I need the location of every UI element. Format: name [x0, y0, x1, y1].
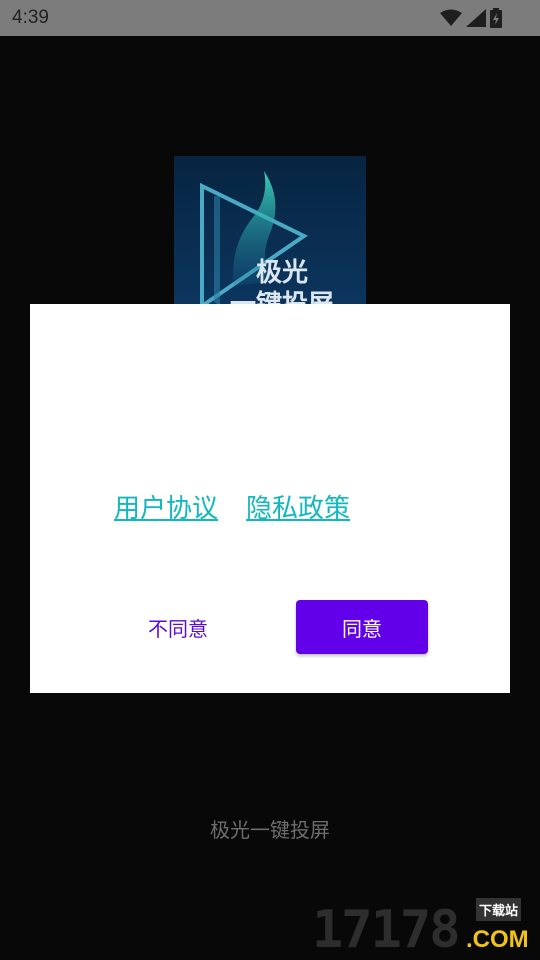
- watermark-logo: 17178 .COM 下载站: [312, 898, 534, 960]
- watermark-suffix: .COM: [466, 926, 529, 953]
- status-icons: [440, 8, 502, 28]
- wifi-icon: [440, 9, 462, 27]
- watermark-tag: 下载站: [476, 898, 522, 921]
- disagree-button[interactable]: 不同意: [126, 602, 230, 652]
- app-name-label: 极光一键投屏: [210, 818, 330, 842]
- agreement-links: 用户协议 隐私政策: [114, 488, 350, 525]
- agree-button[interactable]: 同意: [296, 600, 428, 654]
- privacy-dialog: 用户协议 隐私政策 不同意 同意: [30, 304, 510, 693]
- battery-icon: [490, 8, 502, 28]
- watermark-digits: 17178: [312, 900, 461, 960]
- privacy-policy-link[interactable]: 隐私政策: [246, 488, 350, 525]
- status-bar: 4:39: [0, 0, 540, 36]
- signal-icon: [466, 9, 486, 27]
- user-agreement-link[interactable]: 用户协议: [114, 488, 218, 525]
- status-time: 4:39: [12, 7, 49, 28]
